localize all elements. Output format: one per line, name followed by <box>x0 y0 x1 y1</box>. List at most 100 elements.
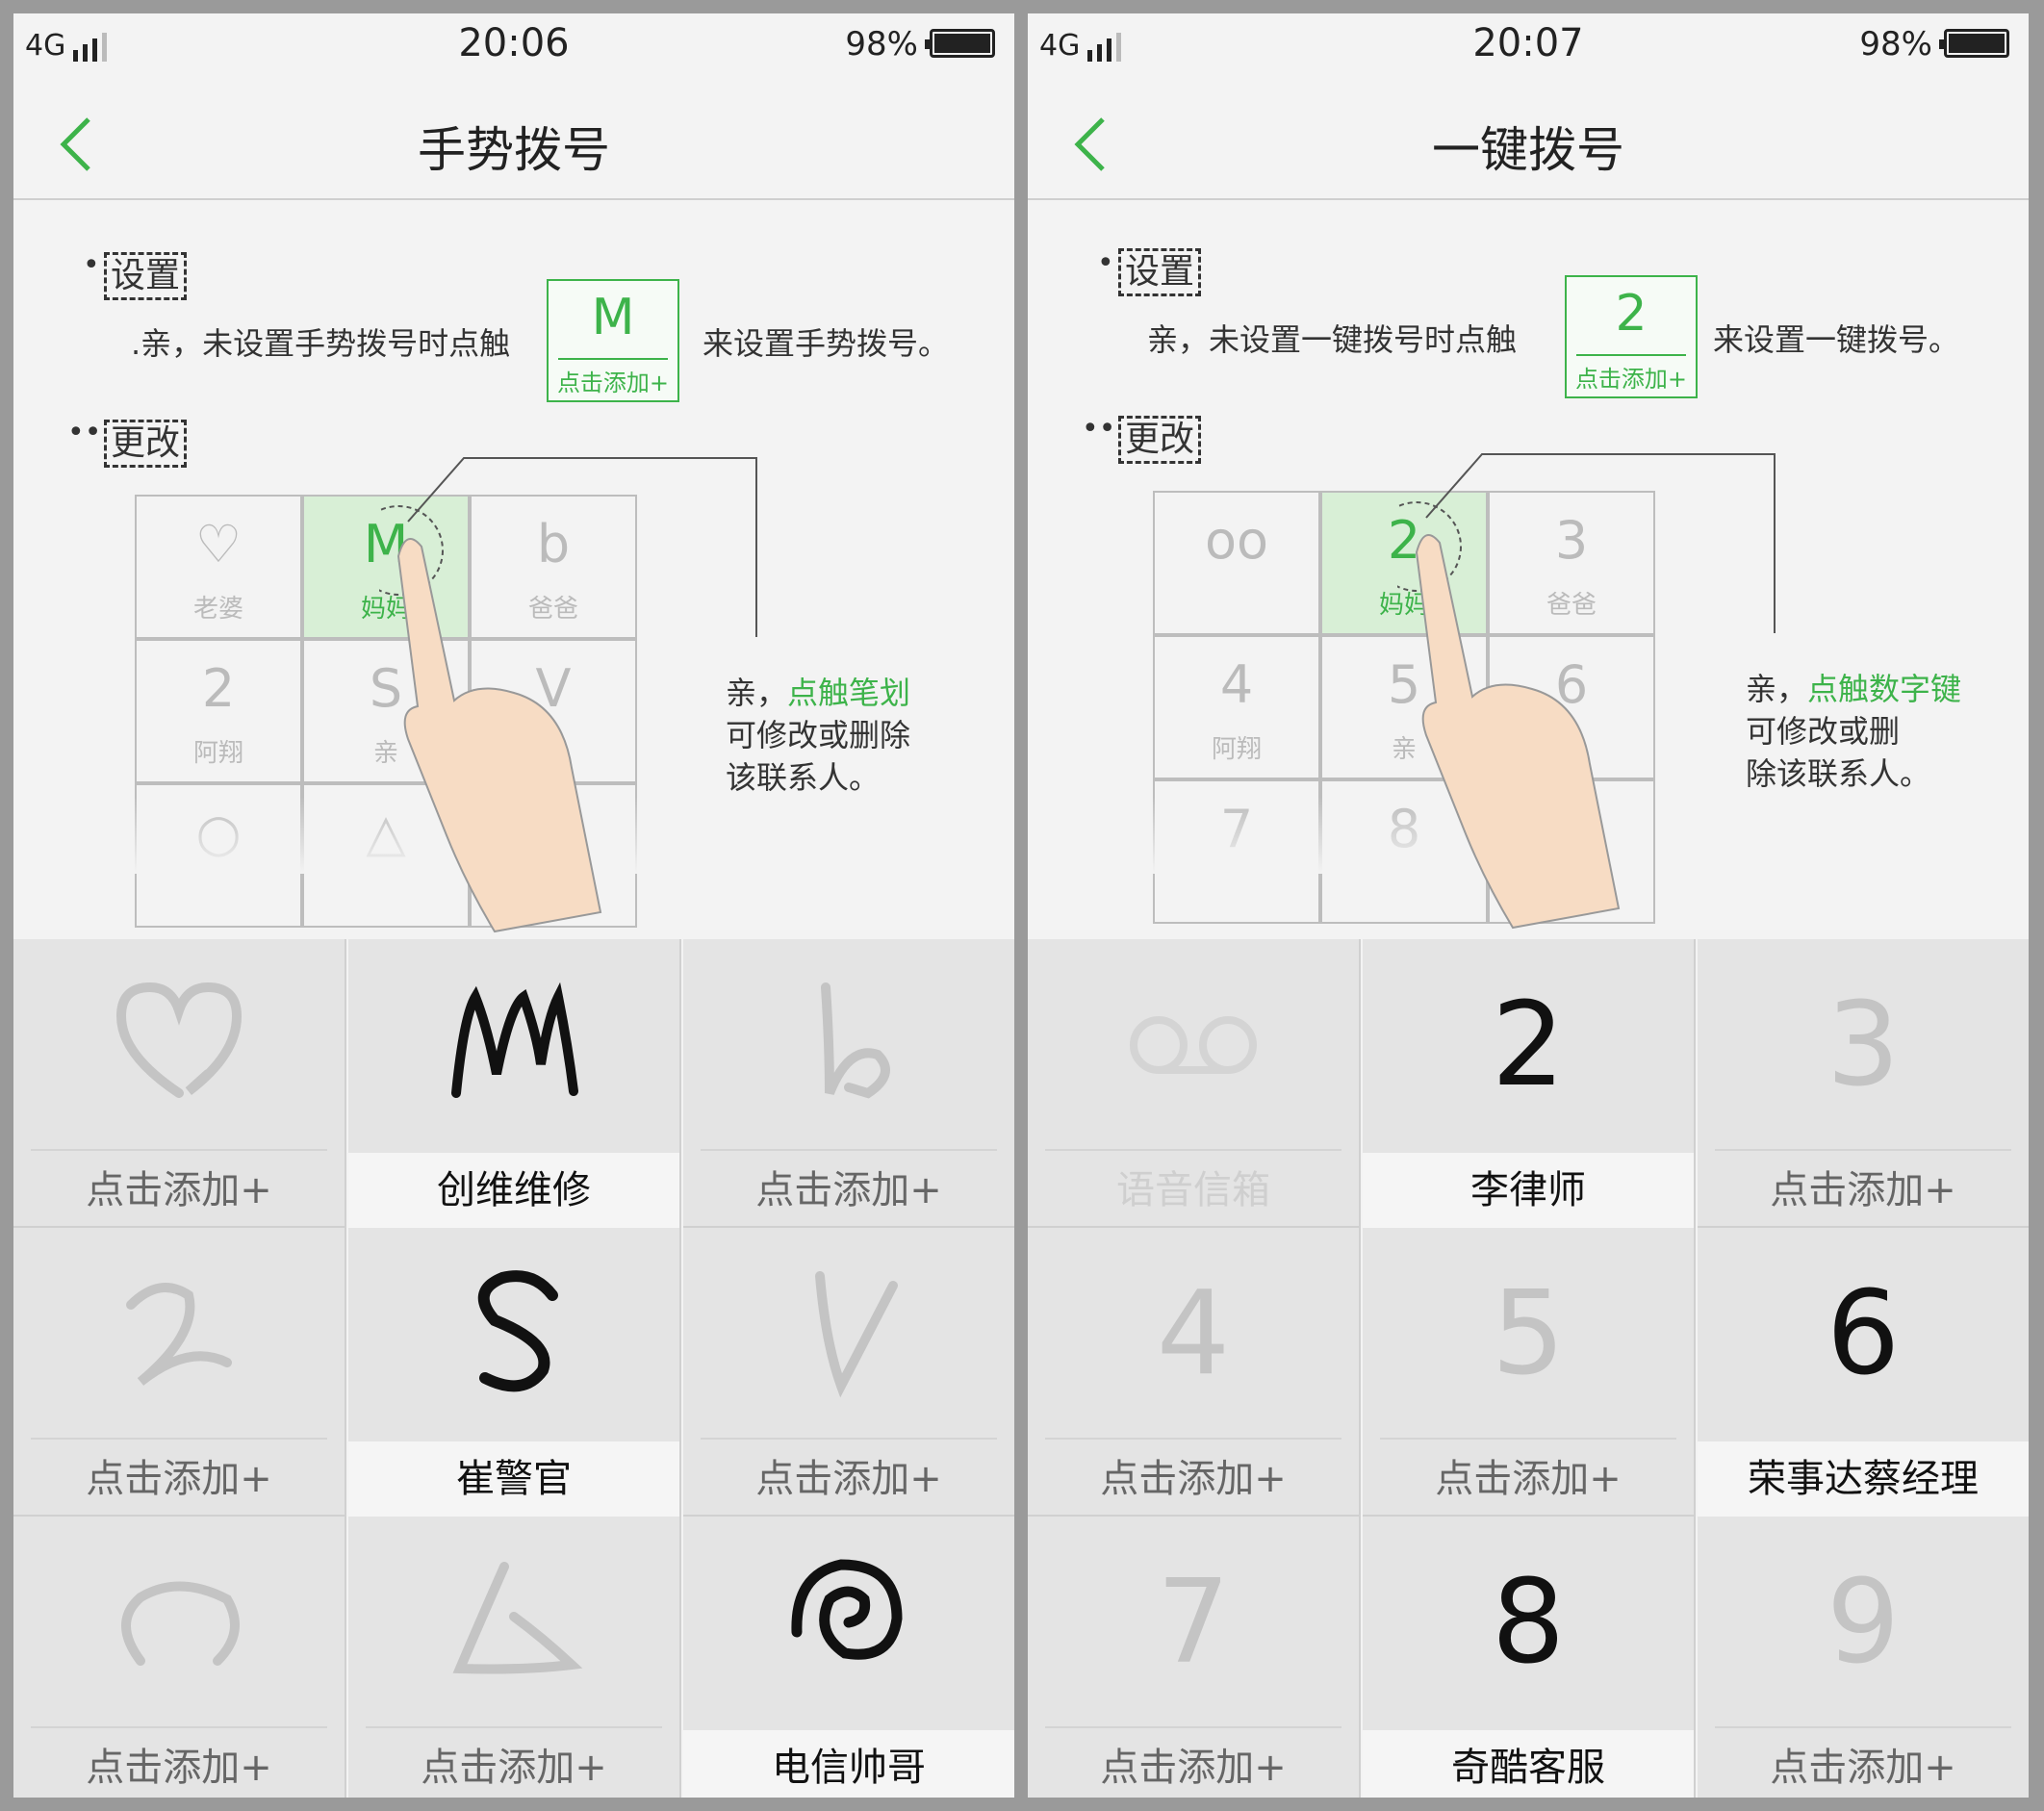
digit: 5 <box>1491 1266 1566 1401</box>
heart-gesture-icon <box>13 939 345 1151</box>
setup-hint-before: 亲，未设置一键拨号时点触 <box>1147 321 1518 358</box>
sample-name: 阿翔 <box>192 739 243 768</box>
setup-hint-after: 来设置一键拨号。 <box>1713 321 1960 358</box>
status-bar: 4G 20:06 98% <box>13 13 1014 73</box>
speed-dial-cell-9[interactable]: 9 点击添加+ <box>1698 1517 2029 1798</box>
speed-dial-cell-8[interactable]: 8 奇酷客服 <box>1363 1517 1696 1798</box>
spiral-gesture-icon <box>683 1517 1014 1728</box>
digit: 2 <box>1491 978 1566 1112</box>
gesture-cell-spiral[interactable]: 电信帅哥 <box>683 1517 1014 1798</box>
v-gesture-icon <box>683 1228 1014 1440</box>
sample-name: 阿翔 <box>1211 735 1262 764</box>
gesture-cell-loop[interactable]: 点击添加+ <box>13 1517 346 1798</box>
sample-cell: ♡ 老婆 <box>135 495 302 639</box>
bullet: • <box>83 248 100 282</box>
cell-label: 崔警官 <box>348 1441 679 1517</box>
title-bar: 手势拨号 <box>13 73 1014 200</box>
two-gesture-icon <box>13 1228 345 1440</box>
digit: 3 <box>1826 978 1901 1112</box>
cell-label: 点击添加+ <box>86 1457 272 1501</box>
sample-symbol: 2 <box>201 658 236 719</box>
cell-label: 点击添加+ <box>1100 1746 1287 1790</box>
battery-percent: 98% <box>1859 25 1932 64</box>
gesture-cell-v[interactable]: 点击添加+ <box>683 1228 1014 1517</box>
cell-label: 点击添加+ <box>1435 1457 1622 1501</box>
sample-cell: 2 阿翔 <box>135 639 302 783</box>
sample-add-button: M 点击添加+ <box>547 279 679 402</box>
speed-dial-cell-2[interactable]: 2 李律师 <box>1363 939 1696 1228</box>
sample-cell: 4 阿翔 <box>1153 635 1320 779</box>
digit: 9 <box>1826 1555 1901 1690</box>
sample-add-label: 点击添加+ <box>556 370 670 396</box>
change-hint-1: 亲， <box>1746 671 1808 707</box>
s-gesture-icon <box>348 1228 679 1440</box>
change-hint-3: 该联系人。 <box>726 759 881 796</box>
setup-section-label: 设置 <box>104 252 188 300</box>
gesture-cell-heart[interactable]: 点击添加+ <box>13 939 346 1228</box>
change-hint-1: 亲， <box>726 675 788 711</box>
change-hint-2: 可修改或删 <box>1746 713 1901 750</box>
speed-dial-cell-4[interactable]: 4 点击添加+ <box>1028 1228 1361 1517</box>
setup-hint-before: .亲，未设置手势拨号时点触 <box>131 325 511 362</box>
battery-icon <box>925 29 995 58</box>
change-hint-highlight: 点触笔划 <box>787 675 911 711</box>
digit: 4 <box>1156 1266 1231 1401</box>
page-title: 一键拨号 <box>1432 122 1624 178</box>
cell-label: 点击添加+ <box>421 1746 607 1790</box>
gesture-cell-b[interactable]: 点击添加+ <box>683 939 1014 1228</box>
speed-dial-cell-5[interactable]: 5 点击添加+ <box>1363 1228 1696 1517</box>
bullet: • <box>1097 246 1114 280</box>
sample-add-label: 点击添加+ <box>1574 366 1688 393</box>
cell-label: 点击添加+ <box>755 1457 942 1501</box>
tutorial-panel: • 设置 .亲，未设置手势拨号时点触 M 点击添加+ 来设置手势拨号。 •• 更… <box>13 200 1014 939</box>
gesture-cell-m[interactable]: 创维维修 <box>348 939 681 1228</box>
digit: 7 <box>1156 1555 1231 1690</box>
status-bar: 4G 20:07 98% <box>1028 13 2029 73</box>
setup-hint-after: 来设置手势拨号。 <box>703 325 950 362</box>
speed-dial-cell-7[interactable]: 7 点击添加+ <box>1028 1517 1361 1798</box>
loop-gesture-icon <box>13 1517 345 1728</box>
cell-label: 奇酷客服 <box>1363 1730 1694 1798</box>
change-section-label: 更改 <box>1118 416 1202 464</box>
sample-name: 老婆 <box>192 595 243 624</box>
gesture-cell-s[interactable]: 崔警官 <box>348 1228 681 1517</box>
bullet: •• <box>1082 412 1116 446</box>
hand-pointer-icon <box>1415 534 1621 930</box>
digit: 8 <box>1491 1555 1566 1690</box>
digit: 6 <box>1826 1266 1901 1401</box>
cell-label: 点击添加+ <box>1770 1746 1956 1790</box>
cell-label: 创维维修 <box>348 1153 679 1228</box>
gesture-dial-screen: 4G 20:06 98% 手势拨号 • 设置 .亲，未设置手势拨号时点触 M 点… <box>13 13 1014 1798</box>
gesture-cell-2[interactable]: 点击添加+ <box>13 1228 346 1517</box>
speed-dial-cell-6[interactable]: 6 荣事达蔡经理 <box>1698 1228 2029 1517</box>
battery-percent: 98% <box>845 25 918 64</box>
cell-label: 语音信箱 <box>1116 1168 1270 1212</box>
m-gesture-icon <box>348 939 679 1151</box>
cell-label: 荣事达蔡经理 <box>1698 1441 2029 1517</box>
tutorial-panel: • 设置 亲，未设置一键拨号时点触 2 点击添加+ 来设置一键拨号。 •• 更改… <box>1028 200 2029 939</box>
hand-pointer-icon <box>396 538 602 933</box>
cell-label: 点击添加+ <box>755 1168 942 1212</box>
setup-section-label: 设置 <box>1118 248 1202 296</box>
speed-dial-cell-voicemail[interactable]: 语音信箱 <box>1028 939 1361 1228</box>
sample-symbol: ♡ <box>194 514 243 574</box>
b-gesture-icon <box>683 939 1014 1151</box>
change-hint-highlight: 点触数字键 <box>1807 671 1962 707</box>
speed-dial-cell-3[interactable]: 3 点击添加+ <box>1698 939 2029 1228</box>
cell-label: 点击添加+ <box>1100 1457 1287 1501</box>
sample-add-button: 2 点击添加+ <box>1565 275 1698 398</box>
change-hint: 亲，点触数字键可修改或删 除该联系人。 <box>1746 668 1977 795</box>
change-section-label: 更改 <box>104 420 188 468</box>
bullet: •• <box>67 416 102 449</box>
sample-symbol: oo <box>1204 510 1269 571</box>
cell-label: 李律师 <box>1363 1153 1694 1228</box>
triangle-gesture-icon <box>348 1517 679 1728</box>
sample-symbol: 4 <box>1219 654 1254 715</box>
title-bar: 一键拨号 <box>1028 73 2029 200</box>
voicemail-icon <box>1028 939 1359 1151</box>
gesture-cell-triangle[interactable]: 点击添加+ <box>348 1517 681 1798</box>
cell-label: 点击添加+ <box>86 1746 272 1790</box>
change-hint: 亲，点触笔划 可修改或删除 该联系人。 <box>726 672 910 799</box>
cell-label: 点击添加+ <box>86 1168 272 1212</box>
change-hint-2: 可修改或删除 <box>726 717 911 753</box>
